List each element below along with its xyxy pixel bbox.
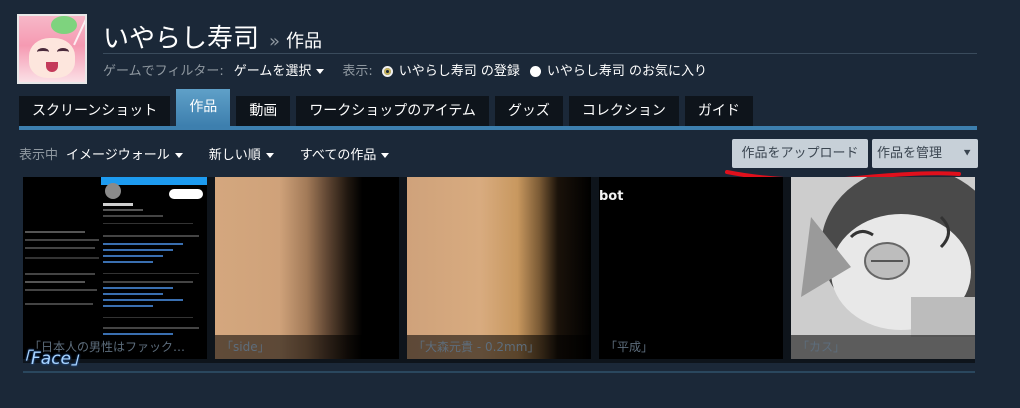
- artwork-card[interactable]: bot 「平成」: [599, 177, 783, 359]
- breadcrumb-current: 作品: [286, 31, 323, 52]
- profile-name[interactable]: いやらし寿司: [103, 18, 259, 55]
- title-divider: [103, 53, 977, 54]
- upload-artwork-button[interactable]: 作品をアップロード: [732, 139, 868, 168]
- artwork-caption: 「カス」: [791, 335, 975, 359]
- artwork-card[interactable]: 「カス」: [791, 177, 975, 359]
- penguin-illustration-thumbnail: [791, 177, 975, 359]
- tab-bar: スクリーンショット 作品 動画 ワークショップのアイテム グッズ コレクション …: [19, 89, 759, 126]
- artwork-caption: 「大森元貴 - 0.2mm」: [407, 335, 591, 359]
- caret-down-icon: [381, 153, 390, 158]
- tweet-screenshot-thumbnail: [23, 177, 207, 359]
- scope-dropdown[interactable]: すべての作品: [300, 144, 390, 163]
- filter-row: ゲームでフィルター: ゲームを選択 表示: いやらし寿司 の登録 いやらし寿司 …: [103, 59, 707, 79]
- artwork-card[interactable]: 「日本人の男性はファック…: [23, 177, 207, 359]
- radio-selected-icon: [381, 65, 393, 77]
- bottom-divider: [23, 371, 975, 373]
- caret-down-icon: [174, 153, 183, 158]
- tab-collections[interactable]: コレクション: [568, 96, 679, 126]
- page-title: いやらし寿司 » 作品: [103, 18, 322, 54]
- tab-underline: [19, 126, 977, 130]
- tab-workshop-items[interactable]: ワークショップのアイテム: [296, 96, 489, 126]
- tab-merchandise[interactable]: グッズ: [494, 96, 563, 126]
- tab-guides[interactable]: ガイド: [684, 96, 753, 126]
- radio-registered[interactable]: いやらし寿司 の登録: [381, 60, 520, 79]
- view-toolbar: 表示中 イメージウォール 新しい順 すべての作品 作品をアップロード 作品を管理…: [19, 139, 978, 169]
- breadcrumb-separator: »: [269, 31, 281, 52]
- thumbnail-text: bot: [599, 189, 624, 204]
- artwork-card[interactable]: 「大森元貴 - 0.2mm」: [407, 177, 591, 359]
- artwork-grid: 「日本人の男性はファック… 「side」 「大森元貴 - 0.2mm」 bot …: [23, 177, 975, 363]
- avatar[interactable]: [17, 14, 87, 84]
- artwork-caption: 「side」: [215, 335, 399, 359]
- artwork-caption: 「平成」: [599, 335, 783, 359]
- double-chevron-down-icon: ⯆: [962, 146, 972, 160]
- manage-artwork-button[interactable]: 作品を管理 ⯆: [872, 139, 978, 168]
- caret-down-icon: [265, 153, 274, 158]
- display-label: 表示:: [342, 63, 373, 79]
- artwork-card[interactable]: 「side」: [215, 177, 399, 359]
- game-select-dropdown[interactable]: ゲームを選択: [234, 60, 325, 79]
- filter-label: ゲームでフィルター:: [103, 63, 224, 79]
- radio-favorites[interactable]: いやらし寿司 のお気に入り: [529, 60, 707, 79]
- face-label: 「Face」: [14, 349, 89, 369]
- tab-videos[interactable]: 動画: [236, 96, 291, 126]
- tab-artwork[interactable]: 作品: [176, 89, 231, 126]
- radio-unselected-icon: [529, 65, 541, 77]
- view-mode-dropdown[interactable]: イメージウォール: [66, 144, 183, 163]
- showing-label: 表示中: [19, 148, 59, 163]
- sort-dropdown[interactable]: 新しい順: [209, 144, 274, 163]
- tab-screenshots[interactable]: スクリーンショット: [19, 96, 171, 126]
- caret-down-icon: [316, 68, 325, 74]
